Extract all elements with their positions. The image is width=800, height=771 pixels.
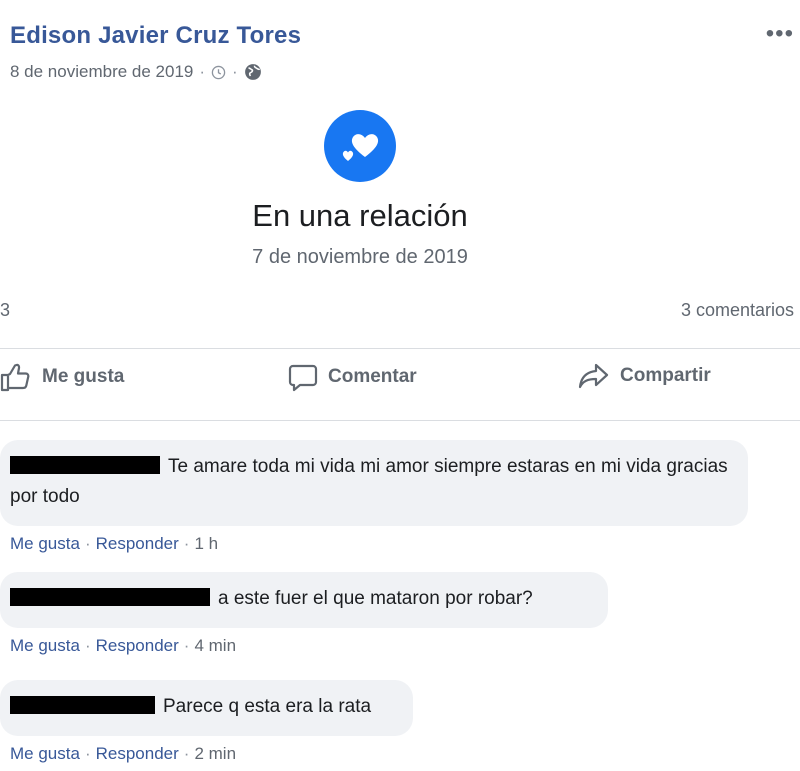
share-arrow-icon [578, 362, 610, 390]
post-header: Edison Javier Cruz Tores 8 de noviembre … [10, 22, 301, 82]
reactions-count[interactable]: 3 [0, 300, 10, 321]
separator: · [183, 744, 190, 763]
separator: · [84, 636, 91, 655]
author-name[interactable]: Edison Javier Cruz Tores [10, 22, 301, 50]
comment-actions: Me gusta · Responder · 2 min [10, 744, 413, 764]
globe-icon[interactable] [244, 63, 262, 81]
share-label: Compartir [620, 365, 711, 386]
redacted-name [10, 456, 160, 474]
comment-bubble-icon [288, 362, 318, 392]
separator: · [84, 534, 91, 553]
divider [0, 348, 800, 349]
comment-time[interactable]: 2 min [194, 744, 236, 764]
comment-bubble: Te amare toda mi vida mi amor siempre es… [0, 440, 748, 526]
life-event: En una relación 7 de noviembre de 2019 [0, 110, 720, 269]
comment-reply-link[interactable]: Responder [96, 534, 179, 554]
separator: · [183, 534, 190, 553]
comment-time[interactable]: 4 min [194, 636, 236, 656]
redacted-name [10, 696, 155, 714]
comment-label: Comentar [328, 366, 417, 387]
like-label: Me gusta [42, 366, 125, 387]
event-title: En una relación [252, 198, 468, 233]
comment-reply-link[interactable]: Responder [96, 636, 179, 656]
comment-actions: Me gusta · Responder · 4 min [10, 636, 608, 656]
like-button[interactable]: Me gusta [0, 362, 124, 392]
event-date: 7 de noviembre de 2019 [252, 246, 468, 268]
meta-separator: · [232, 62, 238, 81]
comments-count[interactable]: 3 comentarios [681, 300, 794, 321]
post-meta: 8 de noviembre de 2019 · · [10, 62, 301, 82]
post-date[interactable]: 8 de noviembre de 2019 [10, 62, 193, 82]
comment-actions: Me gusta · Responder · 1 h [10, 534, 748, 554]
hearts-icon [324, 110, 396, 182]
comment-like-link[interactable]: Me gusta [10, 636, 80, 656]
share-button[interactable]: Compartir [578, 362, 711, 390]
meta-separator: · [199, 62, 206, 81]
more-options-button[interactable]: ••• [766, 22, 794, 46]
comment-bubble: Parece q esta era la rata [0, 680, 413, 736]
comment-text: a este fuer el que mataron por robar? [218, 588, 533, 609]
separator: · [84, 744, 91, 763]
redacted-name [10, 588, 210, 606]
clock-icon [211, 65, 226, 80]
comment-item: Parece q esta era la rata Me gusta · Res… [0, 680, 413, 764]
separator: · [183, 636, 190, 655]
divider [0, 420, 800, 421]
post-stats: 3 3 comentarios [0, 300, 800, 324]
comment-text: Parece q esta era la rata [163, 696, 372, 717]
thumbs-up-icon [0, 362, 32, 392]
comment-reply-link[interactable]: Responder [96, 744, 179, 764]
comment-button[interactable]: Comentar [288, 362, 417, 392]
comment-item: Te amare toda mi vida mi amor siempre es… [0, 440, 748, 554]
comment-bubble: a este fuer el que mataron por robar? [0, 572, 608, 628]
comment-like-link[interactable]: Me gusta [10, 534, 80, 554]
comment-like-link[interactable]: Me gusta [10, 744, 80, 764]
comment-time[interactable]: 1 h [194, 534, 218, 554]
comment-item: a este fuer el que mataron por robar? Me… [0, 572, 608, 656]
action-bar: Me gusta Comentar Compartir [0, 362, 800, 404]
